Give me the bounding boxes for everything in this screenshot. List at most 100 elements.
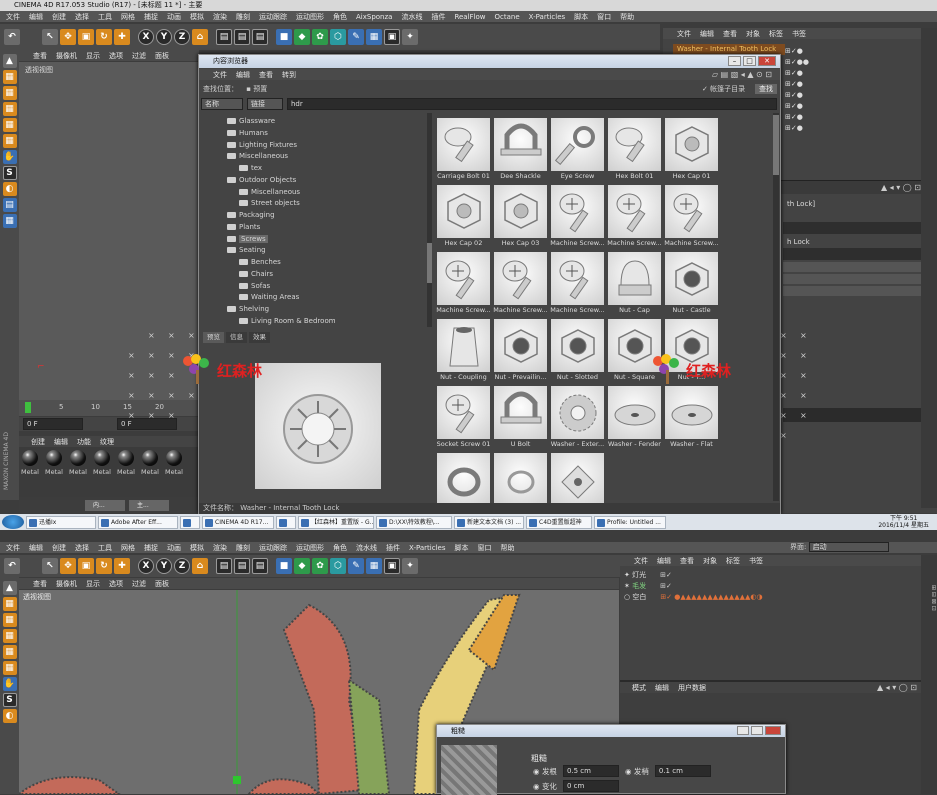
- bottom-object-menu-item-5[interactable]: 书签: [749, 557, 763, 565]
- bottom-menu-item-7[interactable]: 动画: [167, 544, 181, 552]
- bottom-object-menu-item-2[interactable]: 查看: [680, 557, 694, 565]
- camera-icon[interactable]: ▣: [384, 29, 400, 45]
- material-swatch[interactable]: Metal: [43, 450, 65, 497]
- dialog-close-icon[interactable]: [765, 726, 781, 735]
- bottom-menu-item-2[interactable]: 创建: [52, 544, 66, 552]
- bottom-object-menu-item-4[interactable]: 标签: [726, 557, 740, 565]
- bottom-view-menu-item-1[interactable]: 摄像机: [56, 580, 77, 588]
- polygons-mode-icon-2[interactable]: ▦: [2, 661, 17, 675]
- minimized-window[interactable]: 主...: [129, 500, 169, 511]
- top-menu-item-6[interactable]: 捕捉: [144, 13, 158, 21]
- coord-icon[interactable]: ⌂: [192, 29, 208, 45]
- browser-menu-item-1[interactable]: 编辑: [236, 71, 250, 79]
- tree-item[interactable]: Miscellaneous: [203, 151, 427, 163]
- asset-item[interactable]: Washer - Flat: [663, 384, 720, 451]
- grid-scrollbar[interactable]: [773, 113, 779, 501]
- top-menu-item-8[interactable]: 模拟: [190, 13, 204, 21]
- bottom-object-menu-item-1[interactable]: 编辑: [657, 557, 671, 565]
- top-menu-item-5[interactable]: 网格: [121, 13, 135, 21]
- bottom-menu-item-1[interactable]: 编辑: [29, 544, 43, 552]
- taskbar-item[interactable]: 迅播Ix: [26, 515, 96, 529]
- search-input[interactable]: hdr: [287, 98, 777, 110]
- asset-item[interactable]: Carriage Bolt 01: [435, 116, 492, 183]
- bottom-menu-item-0[interactable]: 文件: [6, 544, 20, 552]
- tree-item[interactable]: Street objects: [203, 198, 427, 210]
- search-button[interactable]: 查找: [755, 84, 777, 94]
- top-menu-item-4[interactable]: 工具: [98, 13, 112, 21]
- tip-field[interactable]: 0.1 cm: [654, 765, 711, 777]
- taskbar-item[interactable]: [276, 515, 296, 529]
- taskbar-item[interactable]: 新建文本文档 (3) ...: [454, 515, 524, 529]
- polygons-mode-icon[interactable]: ▦: [2, 134, 17, 148]
- taskbar-item[interactable]: D:\XX\特效教程\...: [376, 515, 452, 529]
- top-menu-item-7[interactable]: 动画: [167, 13, 181, 21]
- minimize-icon[interactable]: –: [728, 56, 741, 66]
- tree-item[interactable]: Glassware: [203, 116, 427, 128]
- bottom-view-menu-item-2[interactable]: 显示: [86, 580, 100, 588]
- bottom-view-menu-item-4[interactable]: 过滤: [132, 580, 146, 588]
- asset-item[interactable]: Nut - Cap: [606, 250, 663, 317]
- clock[interactable]: 下午 9:51 2016/11/4 星期五: [878, 515, 929, 529]
- bottom-menu-item-5[interactable]: 网格: [121, 544, 135, 552]
- asset-item[interactable]: Washer - Fender: [606, 384, 663, 451]
- y-axis-icon-2[interactable]: Y: [156, 558, 172, 574]
- start-button-icon[interactable]: [2, 515, 24, 529]
- coord-icon-2[interactable]: ⌂: [192, 558, 208, 574]
- asset-item[interactable]: Machine Screw...: [663, 183, 720, 250]
- edges-mode-icon[interactable]: ▦: [2, 118, 17, 132]
- model-mode-icon-2[interactable]: ▦: [2, 597, 17, 611]
- edges-mode-icon-2[interactable]: ▦: [2, 645, 17, 659]
- x-axis-icon-2[interactable]: X: [138, 558, 154, 574]
- workplane-icon[interactable]: ◐: [2, 182, 17, 196]
- top-menu-item-13[interactable]: 角色: [333, 13, 347, 21]
- make-editable-icon[interactable]: ▲: [2, 54, 17, 68]
- material-swatch[interactable]: Metal: [91, 450, 113, 497]
- object-tags-icons[interactable]: ⊞✓: [660, 582, 672, 590]
- minimized-window[interactable]: 内...: [85, 500, 125, 511]
- tree-item[interactable]: Miscellaneous: [203, 187, 427, 199]
- asset-item[interactable]: Machine Screw...: [435, 250, 492, 317]
- bottom-menu-item-13[interactable]: 角色: [333, 544, 347, 552]
- render-view-icon[interactable]: ▤: [216, 29, 232, 45]
- top-menu-item-12[interactable]: 运动图形: [296, 13, 324, 21]
- dialog-minimize-icon[interactable]: [737, 726, 749, 735]
- top-menu-item-11[interactable]: 运动跟踪: [259, 13, 287, 21]
- spline-icon[interactable]: ✎: [348, 29, 364, 45]
- bottom-menu-item-8[interactable]: 模拟: [190, 544, 204, 552]
- snap-icon[interactable]: S: [2, 166, 17, 180]
- bottom-menu-item-14[interactable]: 流水线: [356, 544, 377, 552]
- bottom-view-menu-item-0[interactable]: 查看: [33, 580, 47, 588]
- render-view-icon-2[interactable]: ▤: [216, 558, 232, 574]
- bottom-menu-item-15[interactable]: 插件: [386, 544, 400, 552]
- camera-icon-2[interactable]: ▣: [384, 558, 400, 574]
- preview-tab[interactable]: 预览: [203, 332, 224, 343]
- root-field[interactable]: 0.5 cm: [562, 765, 619, 777]
- attr-field-2[interactable]: [783, 248, 921, 260]
- asset-item[interactable]: Nut - Prevailin...: [492, 317, 549, 384]
- asset-item[interactable]: Machine Screw...: [549, 183, 606, 250]
- material-swatch[interactable]: Metal: [19, 450, 41, 497]
- top-view-menu-item-2[interactable]: 显示: [86, 52, 100, 60]
- taskbar-item[interactable]: 【红森林】重置版 - G...: [298, 515, 374, 529]
- tree-scrollbar[interactable]: [427, 113, 432, 327]
- scale-icon[interactable]: ▣: [78, 29, 94, 45]
- render-settings-icon-2[interactable]: ▤: [252, 558, 268, 574]
- grid-icon[interactable]: ▦: [2, 214, 17, 228]
- tree-item[interactable]: Outdoor Objects: [203, 175, 427, 187]
- asset-item[interactable]: Machine Screw...: [606, 183, 663, 250]
- lock-icon[interactable]: ▤: [2, 198, 17, 212]
- add-icon-2[interactable]: ✚: [114, 558, 130, 574]
- bottom-view-menu-item-3[interactable]: 选项: [109, 580, 123, 588]
- select-icon[interactable]: ↖: [42, 29, 58, 45]
- top-menu-item-1[interactable]: 编辑: [29, 13, 43, 21]
- points-mode-icon[interactable]: ▦: [2, 102, 17, 116]
- top-menu-item-0[interactable]: 文件: [6, 13, 20, 21]
- preset-label[interactable]: 预置: [253, 85, 267, 93]
- dialog-maximize-icon[interactable]: [751, 726, 763, 735]
- object-menu-item-5[interactable]: 书签: [792, 30, 806, 38]
- asset-item[interactable]: Machine Screw...: [492, 250, 549, 317]
- tree-item[interactable]: tex: [203, 163, 427, 175]
- undo-icon-2[interactable]: ↶: [4, 558, 20, 574]
- asset-item[interactable]: Nut - Castle: [663, 250, 720, 317]
- preset-icon[interactable]: ▪: [246, 85, 251, 93]
